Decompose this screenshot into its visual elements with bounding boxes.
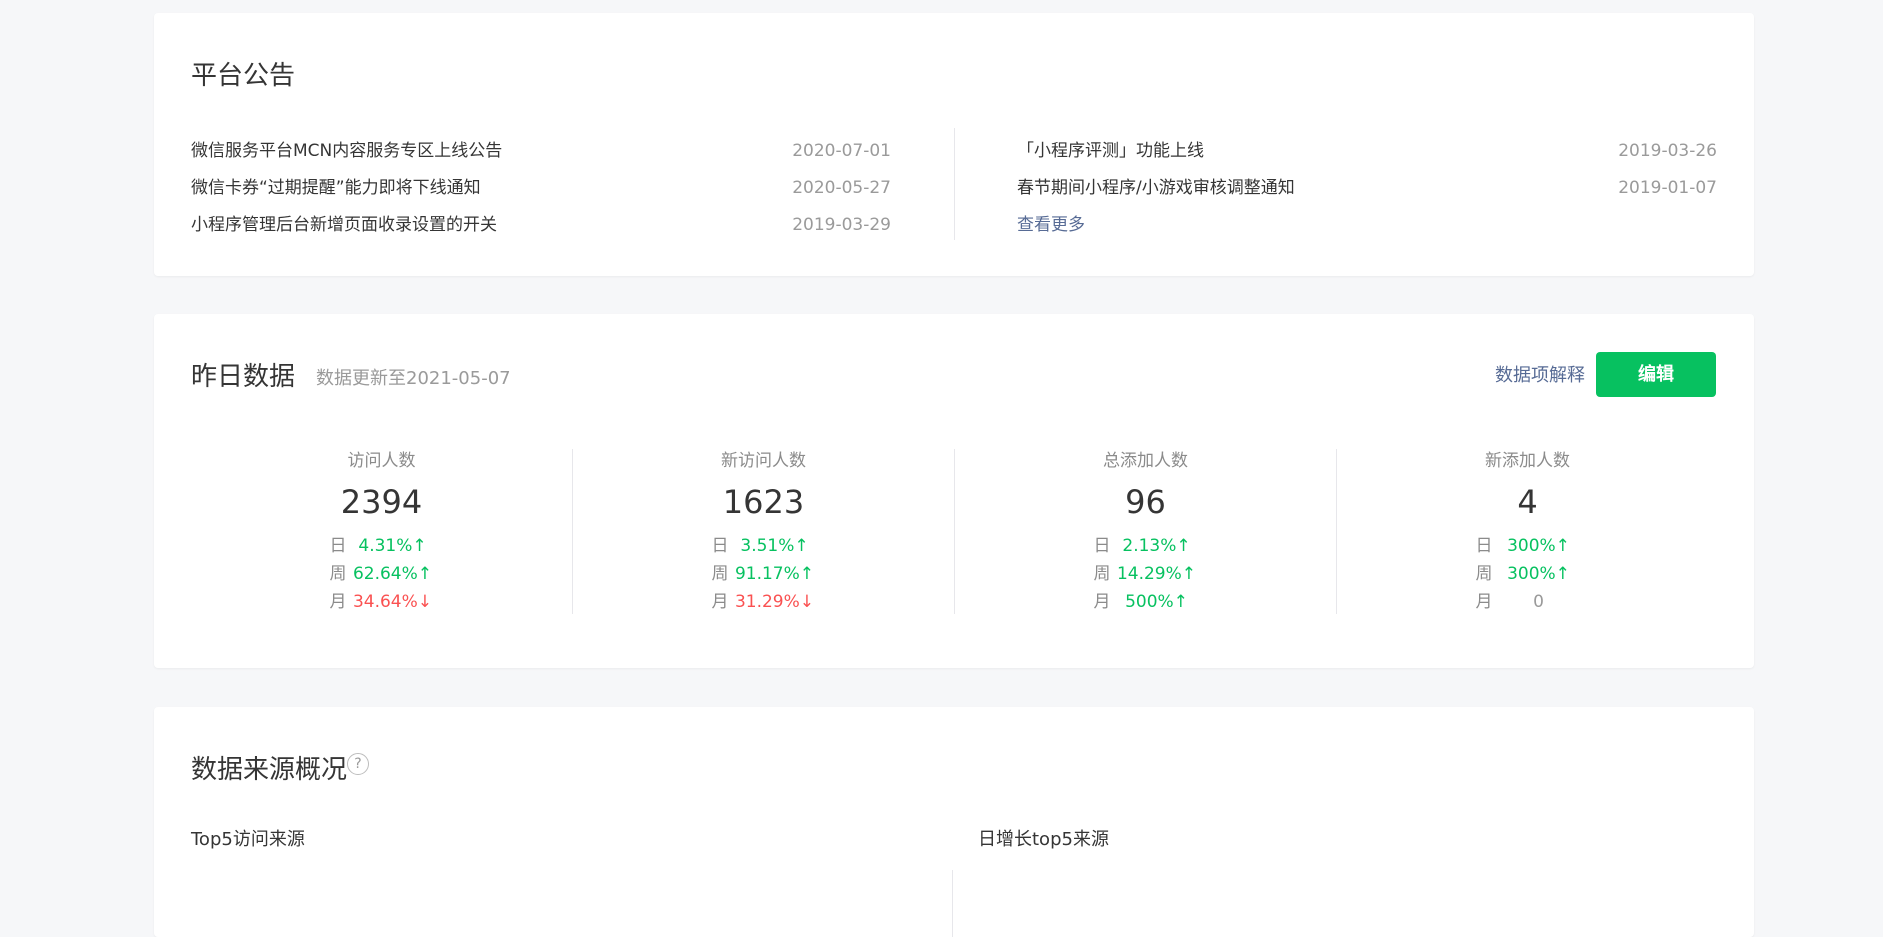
- notice-more-link[interactable]: 查看更多: [1017, 207, 1085, 244]
- question-circle-icon[interactable]: ?: [347, 753, 369, 775]
- notice-item[interactable]: 「小程序评测」功能上线 2019-03-26: [1017, 133, 1717, 170]
- metric-new-visitors: 新访问人数 1623 日 3.51%↑ 周 91.17%↑ 月 31.29%↓: [573, 449, 954, 614]
- metric-label: 新访问人数: [721, 451, 806, 471]
- notice-item-date: 2020-07-01: [792, 141, 891, 161]
- metric-changes: 日 300%↑ 周 300%↑ 月0: [1337, 532, 1718, 616]
- metric-value: 1623: [722, 483, 805, 521]
- metric-change-row: 周 62.64%↑: [191, 560, 572, 588]
- metric-value: 4: [1517, 483, 1538, 521]
- metric-change-row: 月 500%↑: [955, 588, 1336, 616]
- notice-item-title[interactable]: 「小程序评测」功能上线: [1017, 133, 1204, 170]
- top5-visit-source-label: Top5访问来源: [191, 829, 305, 850]
- notice-item-title[interactable]: 春节期间小程序/小游戏审核调整通知: [1017, 170, 1295, 207]
- edit-button[interactable]: 编辑: [1596, 352, 1716, 397]
- notice-more-row: 查看更多: [1017, 207, 1717, 244]
- period-label: 周: [329, 564, 347, 584]
- metric-change-row: 月 34.64%↓: [191, 588, 572, 616]
- change-value: 500%↑: [1125, 592, 1188, 612]
- notice-item-title[interactable]: 微信服务平台MCN内容服务专区上线公告: [191, 133, 502, 170]
- metric-change-row: 日 300%↑: [1337, 532, 1718, 560]
- metric-value: 96: [1125, 483, 1166, 521]
- notice-item-date: 2019-03-29: [792, 215, 891, 235]
- metric-changes: 日 4.31%↑ 周 62.64%↑ 月 34.64%↓: [191, 532, 572, 616]
- change-value: 300%↑: [1507, 564, 1570, 584]
- change-value: 91.17%↑: [734, 564, 815, 584]
- metric-changes: 日 3.51%↑ 周 91.17%↑ 月 31.29%↓: [573, 532, 954, 616]
- period-label: 周: [711, 564, 729, 584]
- change-value: 300%↑: [1507, 536, 1570, 556]
- metric-change-row: 日 2.13%↑: [955, 532, 1336, 560]
- change-value: 3.51%↑: [740, 536, 809, 556]
- data-explain-link[interactable]: 数据项解释: [1495, 361, 1585, 387]
- yesterday-title: 昨日数据: [191, 362, 296, 392]
- change-value: 2.13%↑: [1122, 536, 1191, 556]
- notice-item[interactable]: 微信服务平台MCN内容服务专区上线公告 2020-07-01: [191, 133, 891, 170]
- period-label: 月: [329, 592, 347, 612]
- period-label: 周: [1093, 564, 1111, 584]
- notice-item-title[interactable]: 微信卡券“过期提醒”能力即将下线通知: [191, 170, 481, 207]
- period-label: 月: [711, 592, 729, 612]
- notice-item[interactable]: 小程序管理后台新增页面收录设置的开关 2019-03-29: [191, 207, 891, 244]
- change-value: 14.29%↑: [1116, 564, 1197, 584]
- notice-title: 平台公告: [191, 61, 296, 91]
- period-label: 日: [329, 536, 347, 556]
- notice-item-date: 2019-03-26: [1618, 141, 1717, 161]
- notice-list-left: 微信服务平台MCN内容服务专区上线公告 2020-07-01 微信卡券“过期提醒…: [191, 133, 891, 244]
- metric-change-row: 周 14.29%↑: [955, 560, 1336, 588]
- metric-label: 访问人数: [347, 451, 416, 471]
- period-label: 日: [1093, 536, 1111, 556]
- period-label: 日: [1475, 536, 1493, 556]
- notice-item[interactable]: 春节期间小程序/小游戏审核调整通知 2019-01-07: [1017, 170, 1717, 207]
- metric-label: 总添加人数: [1103, 451, 1188, 471]
- data-updated-text: 数据更新至2021-05-07: [316, 368, 511, 389]
- notice-item[interactable]: 微信卡券“过期提醒”能力即将下线通知 2020-05-27: [191, 170, 891, 207]
- notice-divider: [954, 128, 955, 240]
- notice-item-date: 2019-01-07: [1618, 178, 1717, 198]
- metric-value: 2394: [340, 483, 423, 521]
- change-value: 34.64%↓: [352, 592, 433, 612]
- change-value: 0: [1533, 592, 1544, 612]
- metric-change-row: 月 31.29%↓: [573, 588, 954, 616]
- metric-visitors: 访问人数 2394 日 4.31%↑ 周 62.64%↑ 月 34.64%↓: [191, 449, 572, 614]
- notice-card: 平台公告 微信服务平台MCN内容服务专区上线公告 2020-07-01 微信卡券…: [154, 13, 1754, 276]
- metric-change-row: 日 4.31%↑: [191, 532, 572, 560]
- notice-list-right: 「小程序评测」功能上线 2019-03-26 春节期间小程序/小游戏审核调整通知…: [1017, 133, 1717, 244]
- period-label: 月: [1475, 592, 1493, 612]
- period-label: 月: [1093, 592, 1111, 612]
- metric-label: 新添加人数: [1485, 451, 1570, 471]
- metric-change-row: 日 3.51%↑: [573, 532, 954, 560]
- metric-total-added: 总添加人数 96 日 2.13%↑ 周 14.29%↑ 月 500%↑: [955, 449, 1336, 614]
- daily-growth-top5-label: 日增长top5来源: [978, 829, 1109, 850]
- source-title: 数据来源概况: [191, 755, 348, 785]
- metric-new-added: 新添加人数 4 日 300%↑ 周 300%↑ 月0: [1337, 449, 1718, 614]
- metric-change-row: 周 91.17%↑: [573, 560, 954, 588]
- change-value: 62.64%↑: [352, 564, 433, 584]
- metric-changes: 日 2.13%↑ 周 14.29%↑ 月 500%↑: [955, 532, 1336, 616]
- notice-item-title[interactable]: 小程序管理后台新增页面收录设置的开关: [191, 207, 497, 244]
- period-label: 日: [711, 536, 729, 556]
- yesterday-card: 昨日数据 数据更新至2021-05-07 数据项解释 编辑 访问人数 2394 …: [154, 314, 1754, 668]
- period-label: 周: [1475, 564, 1493, 584]
- change-value: 4.31%↑: [358, 536, 427, 556]
- source-card: 数据来源概况 ? Top5访问来源 日增长top5来源: [154, 707, 1754, 937]
- metric-change-row: 月0: [1337, 588, 1718, 616]
- source-divider: [952, 870, 953, 937]
- notice-item-date: 2020-05-27: [792, 178, 891, 198]
- metric-change-row: 周 300%↑: [1337, 560, 1718, 588]
- change-value: 31.29%↓: [734, 592, 815, 612]
